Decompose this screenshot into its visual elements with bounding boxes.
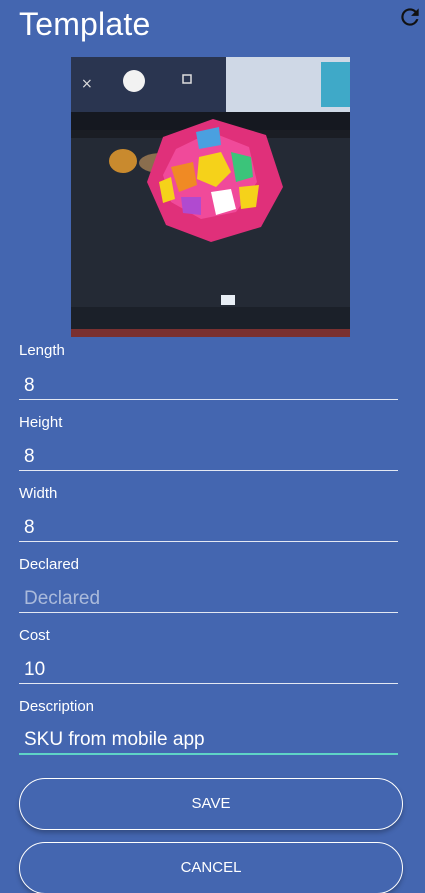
- save-button[interactable]: SAVE: [19, 778, 403, 830]
- cancel-button[interactable]: CANCEL: [19, 842, 403, 893]
- description-input[interactable]: [19, 727, 398, 755]
- length-label: Length: [19, 342, 65, 359]
- cost-input[interactable]: [19, 656, 398, 684]
- cost-label: Cost: [19, 627, 50, 644]
- width-label: Width: [19, 485, 58, 502]
- template-screen: Template × Length 8 Height 8 Width 8 Dec…: [0, 0, 425, 893]
- page-title: Template: [19, 6, 151, 42]
- refresh-icon[interactable]: [397, 4, 423, 30]
- declared-input[interactable]: [19, 585, 398, 613]
- description-label: Description: [19, 698, 95, 715]
- height-input[interactable]: [19, 443, 398, 471]
- height-label: Height: [19, 414, 63, 431]
- width-input[interactable]: [19, 514, 398, 542]
- length-input[interactable]: [19, 372, 398, 400]
- product-photo-image: ×: [71, 57, 350, 337]
- declared-label: Declared: [19, 556, 80, 573]
- svg-text:×: ×: [81, 76, 93, 92]
- product-photo[interactable]: ×: [71, 57, 350, 337]
